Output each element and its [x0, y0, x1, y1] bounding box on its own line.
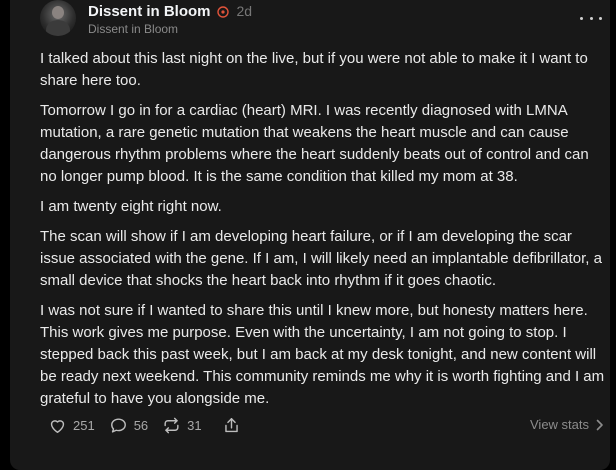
post-paragraph: Tomorrow I go in for a cardiac (heart) M… [40, 102, 589, 185]
chevron-right-icon [596, 419, 603, 430]
like-button[interactable]: 251 [48, 416, 95, 435]
heart-icon [48, 416, 67, 435]
post-paragraph: I was not sure if I wanted to share this… [40, 302, 605, 407]
post-paragraph: I talked about this last night on the li… [40, 50, 588, 89]
publication-name[interactable]: Dissent in Bloom [88, 22, 178, 36]
restack-button[interactable]: 31 [162, 416, 202, 435]
post-header: Dissent in Bloom 2d Dissent in Bloom [40, 0, 610, 44]
comment-button[interactable]: 56 [109, 416, 148, 435]
comment-count: 56 [133, 417, 149, 433]
like-count: 251 [73, 417, 95, 433]
post-card: Dissent in Bloom 2d Dissent in Bloom I t… [10, 0, 610, 470]
post-actions: 251 56 31 [48, 415, 241, 435]
share-icon[interactable] [222, 416, 241, 435]
avatar-head [52, 6, 64, 19]
post-paragraph: I am twenty eight right now. [40, 198, 222, 215]
restack-icon [162, 416, 181, 435]
view-stats-link[interactable]: View stats [530, 417, 604, 432]
avatar-body [46, 20, 70, 36]
author-name[interactable]: Dissent in Bloom [88, 3, 211, 20]
restack-count: 31 [187, 417, 202, 433]
avatar[interactable] [40, 0, 76, 36]
more-horizontal-icon[interactable] [580, 8, 602, 28]
post-paragraph: The scan will show if I am developing he… [40, 228, 602, 289]
flower-circle-icon [216, 5, 229, 18]
author-row: Dissent in Bloom 2d [88, 2, 252, 20]
comment-icon [109, 416, 128, 435]
post-body: I talked about this last night on the li… [40, 48, 605, 418]
post-timestamp[interactable]: 2d [237, 3, 253, 19]
view-stats-label: View stats [530, 417, 590, 432]
